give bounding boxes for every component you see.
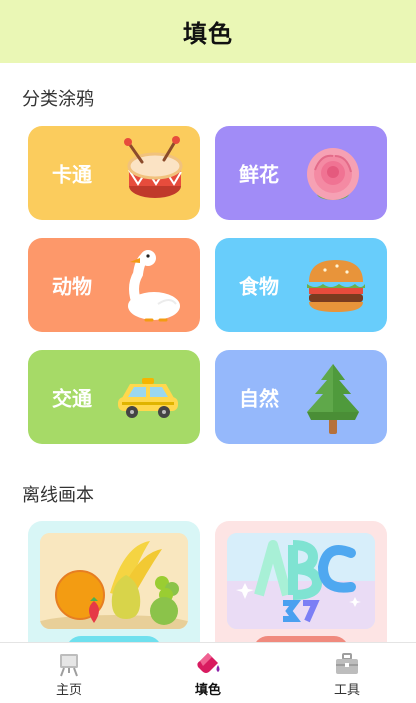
category-tile-animals[interactable]: 动物 bbox=[28, 238, 200, 332]
category-label: 鲜花 bbox=[239, 162, 279, 187]
book-cover-image bbox=[227, 533, 375, 629]
category-tile-transport[interactable]: 交通 bbox=[28, 350, 200, 444]
drum-icon bbox=[124, 136, 183, 198]
category-tile-flowers[interactable]: 鲜花 bbox=[215, 126, 387, 220]
offline-book-abc[interactable] bbox=[215, 521, 387, 661]
book-cover-image bbox=[40, 533, 188, 629]
tab-tools[interactable]: 工具 bbox=[278, 643, 416, 703]
burger-icon bbox=[307, 260, 365, 312]
tab-label: 工具 bbox=[333, 683, 360, 698]
category-label: 动物 bbox=[52, 274, 92, 299]
header-bar: 填色 bbox=[0, 0, 416, 63]
tab-label: 主页 bbox=[55, 683, 82, 698]
goose-icon bbox=[128, 250, 180, 322]
paint-bucket-icon bbox=[197, 653, 220, 673]
tab-fill-color[interactable]: 填色 bbox=[139, 643, 277, 703]
offline-book-fruit[interactable] bbox=[28, 521, 200, 661]
fruit-icon bbox=[40, 533, 188, 629]
category-tile-food[interactable]: 食物 bbox=[215, 238, 387, 332]
tab-label: 填色 bbox=[194, 683, 221, 698]
tab-home[interactable]: 主页 bbox=[0, 643, 138, 703]
easel-icon bbox=[60, 654, 78, 677]
category-label: 交通 bbox=[52, 386, 92, 411]
toolbox-icon bbox=[336, 653, 358, 674]
bottom-tab-bar: 主页 填色 工具 bbox=[0, 642, 416, 703]
category-label: 自然 bbox=[239, 386, 279, 411]
category-label: 卡通 bbox=[52, 162, 92, 187]
taxi-icon bbox=[118, 378, 178, 418]
category-tile-cartoon[interactable]: 卡通 bbox=[28, 126, 200, 220]
category-label: 食物 bbox=[239, 274, 279, 299]
page-title: 填色 bbox=[183, 20, 233, 48]
rose-icon bbox=[307, 148, 359, 200]
abc-letters-icon bbox=[227, 533, 375, 629]
section-title-offline: 离线画本 bbox=[22, 485, 94, 506]
tree-icon bbox=[307, 364, 359, 434]
category-tile-nature[interactable]: 自然 bbox=[215, 350, 387, 444]
section-title-categories: 分类涂鸦 bbox=[22, 89, 94, 110]
